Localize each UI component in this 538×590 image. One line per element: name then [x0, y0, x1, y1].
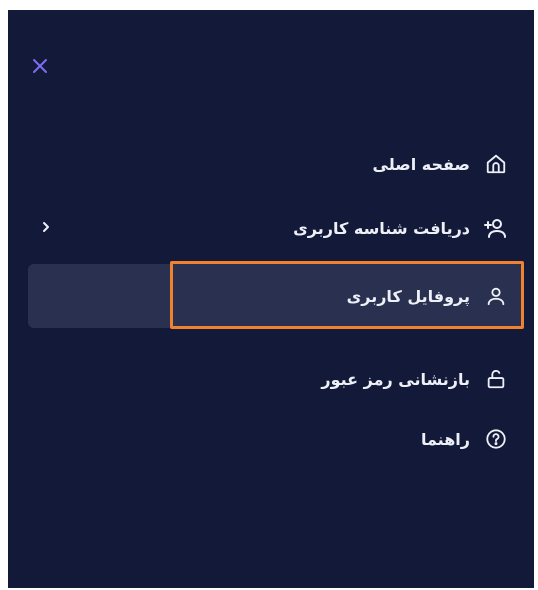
home-icon: [484, 152, 508, 176]
menu-item-help[interactable]: راهنما: [28, 407, 524, 471]
menu-item-label: پروفایل کاربری: [346, 286, 470, 306]
menu-item-reset-password[interactable]: بازنشانی رمز عبور: [28, 347, 524, 411]
chevron-right-icon[interactable]: [38, 219, 54, 235]
menu-item-label: بازنشانی رمز عبور: [321, 369, 470, 389]
menu-item-label: صفحه اصلی: [372, 154, 470, 174]
menu-item-label: دریافت شناسه کاربری: [293, 218, 470, 238]
menu-item-get-user-id[interactable]: دریافت شناسه کاربری: [28, 196, 524, 260]
close-button[interactable]: [30, 56, 50, 76]
add-user-icon: [484, 216, 508, 240]
help-icon: [484, 427, 508, 451]
menu-item-home[interactable]: صفحه اصلی: [28, 132, 524, 196]
menu-item-label: راهنما: [420, 429, 470, 449]
sidebar-menu: صفحه اصلی دریافت شناسه کاربری پروفایل کا…: [8, 10, 534, 588]
menu-item-user-profile[interactable]: پروفایل کاربری: [28, 264, 524, 328]
unlock-icon: [484, 367, 508, 391]
user-icon: [484, 284, 508, 308]
close-icon: [33, 59, 47, 73]
